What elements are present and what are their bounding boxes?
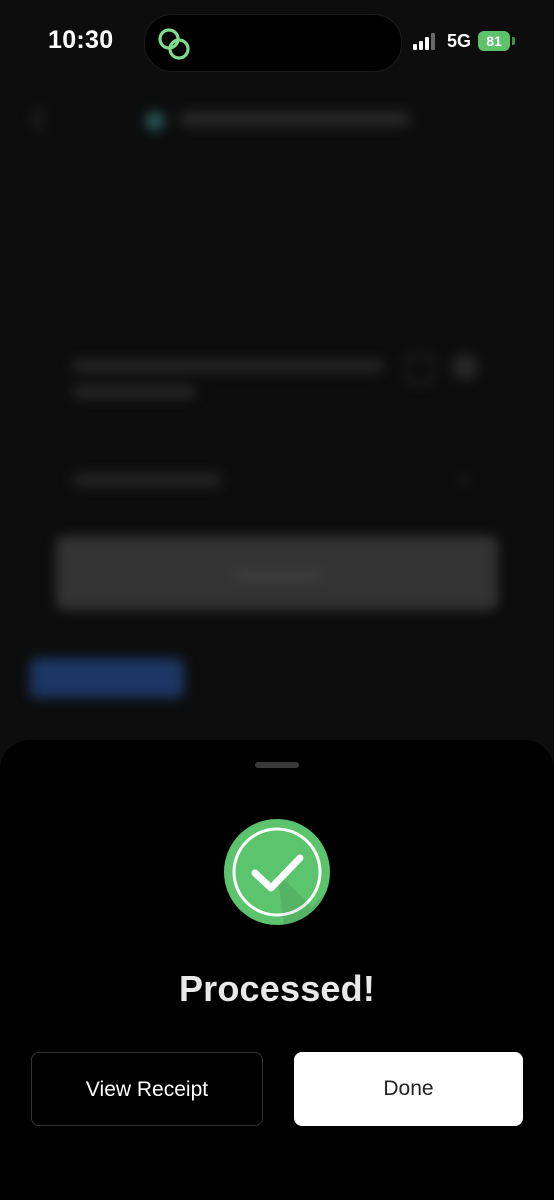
dynamic-island[interactable] (144, 14, 402, 72)
status-time: 10:30 (48, 26, 114, 54)
success-bottom-sheet: Processed! View Receipt Done (0, 740, 554, 1200)
blurred-avatar (146, 112, 164, 130)
blurred-text-line (72, 360, 384, 372)
blurred-copy-icon (406, 354, 434, 384)
blurred-text-line (72, 386, 196, 398)
checkmark-circle-icon (224, 819, 330, 925)
done-button[interactable]: Done (294, 1052, 523, 1126)
linked-rings-icon (158, 28, 190, 60)
status-bar: 10:30 5G 81 (0, 0, 554, 84)
back-chevron-icon (30, 106, 55, 131)
sheet-grabber[interactable] (255, 762, 299, 768)
cellular-signal-icon (413, 32, 439, 50)
blurred-header-text (180, 112, 410, 126)
blurred-blue-link (30, 658, 184, 698)
blurred-select-field (72, 474, 222, 486)
blurred-button-label (232, 570, 322, 580)
processed-title: Processed! (178, 968, 376, 1009)
network-type: 5G (447, 31, 472, 51)
view-receipt-button[interactable]: View Receipt (31, 1052, 263, 1126)
battery-icon: 81 (478, 31, 510, 51)
blurred-background-screen (0, 84, 554, 784)
blurred-chevron-down-icon (455, 467, 473, 485)
blurred-share-icon (452, 354, 478, 380)
battery-tip (512, 37, 515, 45)
